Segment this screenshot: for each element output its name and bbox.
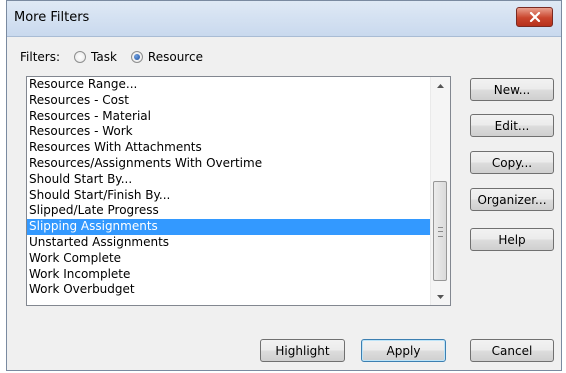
- list-item[interactable]: Resources - Material: [27, 109, 431, 125]
- list-item[interactable]: Resource Range...: [27, 77, 431, 93]
- apply-button[interactable]: Apply: [361, 339, 446, 362]
- task-radio-label: Task: [91, 50, 117, 64]
- list-item[interactable]: Should Start/Finish By...: [27, 188, 431, 204]
- close-button[interactable]: [516, 7, 553, 27]
- scrollbar-grip-icon: [438, 227, 443, 237]
- more-filters-dialog: More Filters Filters: Task Resource Reso…: [6, 0, 562, 371]
- organizer-button[interactable]: Organizer...: [470, 188, 554, 211]
- copy-button[interactable]: Copy...: [470, 151, 554, 174]
- highlight-button[interactable]: Highlight: [260, 339, 345, 362]
- scrollbar-thumb[interactable]: [433, 181, 447, 281]
- resource-radio-label: Resource: [147, 50, 203, 64]
- list-item[interactable]: Work Complete: [27, 251, 431, 267]
- list-item[interactable]: Resources - Cost: [27, 93, 431, 109]
- filters-list-items: Resource Range... Resources - Cost Resou…: [27, 77, 431, 305]
- list-item[interactable]: Resources - Work: [27, 124, 431, 140]
- list-item[interactable]: Resources/Assignments With Overtime: [27, 156, 431, 172]
- filters-list[interactable]: Resource Range... Resources - Cost Resou…: [26, 76, 451, 306]
- close-icon: [529, 12, 540, 22]
- list-item-selected[interactable]: Slipping Assignments: [27, 219, 431, 235]
- list-item[interactable]: Resources With Attachments: [27, 140, 431, 156]
- list-item[interactable]: Work Overbudget: [27, 282, 431, 298]
- scroll-up-button[interactable]: [431, 77, 450, 94]
- list-item[interactable]: Work Incomplete: [27, 267, 431, 283]
- task-radio-button[interactable]: [74, 51, 87, 63]
- dialog-title: More Filters: [14, 10, 90, 25]
- resource-radio-button[interactable]: [130, 51, 143, 63]
- scroll-down-arrow-icon: [437, 294, 444, 299]
- list-item[interactable]: Should Start By...: [27, 172, 431, 188]
- cancel-button[interactable]: Cancel: [470, 339, 554, 362]
- list-item[interactable]: Unstarted Assignments: [27, 235, 431, 251]
- title-bar: More Filters: [7, 1, 561, 37]
- task-radio[interactable]: Task: [74, 50, 117, 64]
- edit-button[interactable]: Edit...: [470, 114, 554, 137]
- scroll-up-arrow-icon: [437, 83, 444, 88]
- resource-radio[interactable]: Resource: [130, 50, 203, 64]
- new-button[interactable]: New...: [470, 78, 554, 101]
- filters-label: Filters:: [20, 50, 61, 64]
- filters-row: Filters: Task Resource: [20, 47, 203, 67]
- vertical-scrollbar[interactable]: [430, 77, 450, 305]
- scroll-down-button[interactable]: [431, 288, 450, 305]
- help-button[interactable]: Help: [470, 228, 554, 251]
- list-item[interactable]: Slipped/Late Progress: [27, 203, 431, 219]
